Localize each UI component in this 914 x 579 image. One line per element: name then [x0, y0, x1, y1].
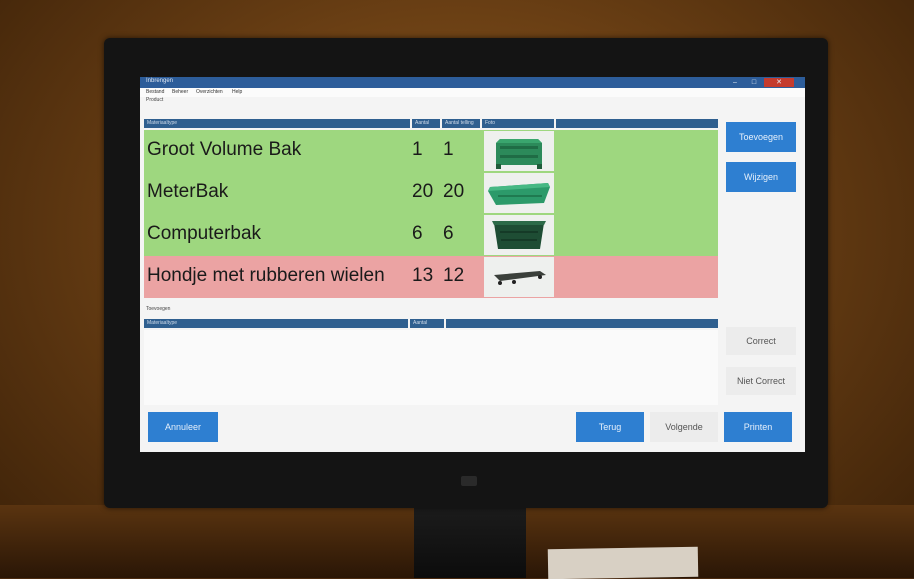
menu-item-beheer[interactable]: Beheer — [172, 89, 188, 95]
monitor-stand — [414, 505, 526, 578]
column-header-foto[interactable]: Foto — [482, 119, 554, 128]
minimize-button[interactable]: – — [726, 78, 744, 87]
row-telling: 20 — [443, 181, 465, 202]
volgende-button[interactable]: Volgende — [650, 412, 718, 442]
table-row[interactable]: MeterBak 20 20 — [144, 172, 718, 214]
table-row[interactable]: Computerbak 6 6 — [144, 214, 718, 256]
menu-item-help[interactable]: Help — [232, 89, 242, 95]
window-title: Inbrengen — [146, 78, 174, 84]
bottom-column-header-materiaaltype[interactable]: Materiaaltype — [144, 319, 408, 328]
niet-correct-button[interactable]: Niet Correct — [726, 367, 796, 395]
annuleer-button[interactable]: Annuleer — [148, 412, 218, 442]
large-green-crate-image — [484, 131, 554, 171]
column-header-blank — [556, 119, 718, 128]
row-aantal: 13 — [412, 265, 434, 286]
row-name: Computerbak — [147, 223, 262, 244]
row-telling: 1 — [443, 139, 454, 160]
menu-bar: Bestand Beheer Overzichten Help — [140, 88, 805, 97]
maximize-button[interactable]: □ — [745, 78, 763, 87]
long-green-tray-image — [484, 173, 554, 213]
column-header-aantal-telling[interactable]: Aantal telling — [442, 119, 480, 128]
menu-item-bestand[interactable]: Bestand — [146, 89, 164, 95]
row-aantal: 6 — [412, 223, 423, 244]
paper-sheet — [547, 546, 699, 579]
wijzigen-button[interactable]: Wijzigen — [726, 162, 796, 192]
title-bar: Inbrengen – □ ✕ — [140, 77, 805, 88]
column-header-materiaaltype[interactable]: Materiaaltype — [144, 119, 410, 128]
row-aantal: 1 — [412, 139, 423, 160]
terug-button[interactable]: Terug — [576, 412, 644, 442]
column-header-aantal[interactable]: Aantal — [412, 119, 440, 128]
bottom-list[interactable] — [144, 330, 718, 405]
monitor-logo — [461, 476, 477, 486]
row-name: Hondje met rubberen wielen — [147, 265, 385, 286]
row-aantal: 20 — [412, 181, 434, 202]
section-label: Toevoegen — [146, 306, 171, 312]
printen-button[interactable]: Printen — [724, 412, 792, 442]
bottom-column-header-blank — [446, 319, 718, 328]
app-window: Inbrengen – □ ✕ Bestand Beheer Overzicht… — [140, 77, 805, 452]
wheeled-dolly-image — [484, 257, 554, 297]
table-row[interactable]: Groot Volume Bak 1 1 — [144, 130, 718, 172]
menu-item-overzichten[interactable]: Overzichten — [196, 89, 223, 95]
row-telling: 6 — [443, 223, 454, 244]
table-row[interactable]: Hondje met rubberen wielen 13 12 — [144, 256, 718, 298]
bottom-column-header-aantal[interactable]: Aantal — [410, 319, 444, 328]
row-name: Groot Volume Bak — [147, 139, 302, 160]
close-button[interactable]: ✕ — [764, 78, 794, 87]
dark-green-bin-image — [484, 215, 554, 255]
toevoegen-button[interactable]: Toevoegen — [726, 122, 796, 152]
breadcrumb: Product — [146, 97, 164, 103]
row-name: MeterBak — [147, 181, 229, 202]
row-telling: 12 — [443, 265, 465, 286]
correct-button[interactable]: Correct — [726, 327, 796, 355]
